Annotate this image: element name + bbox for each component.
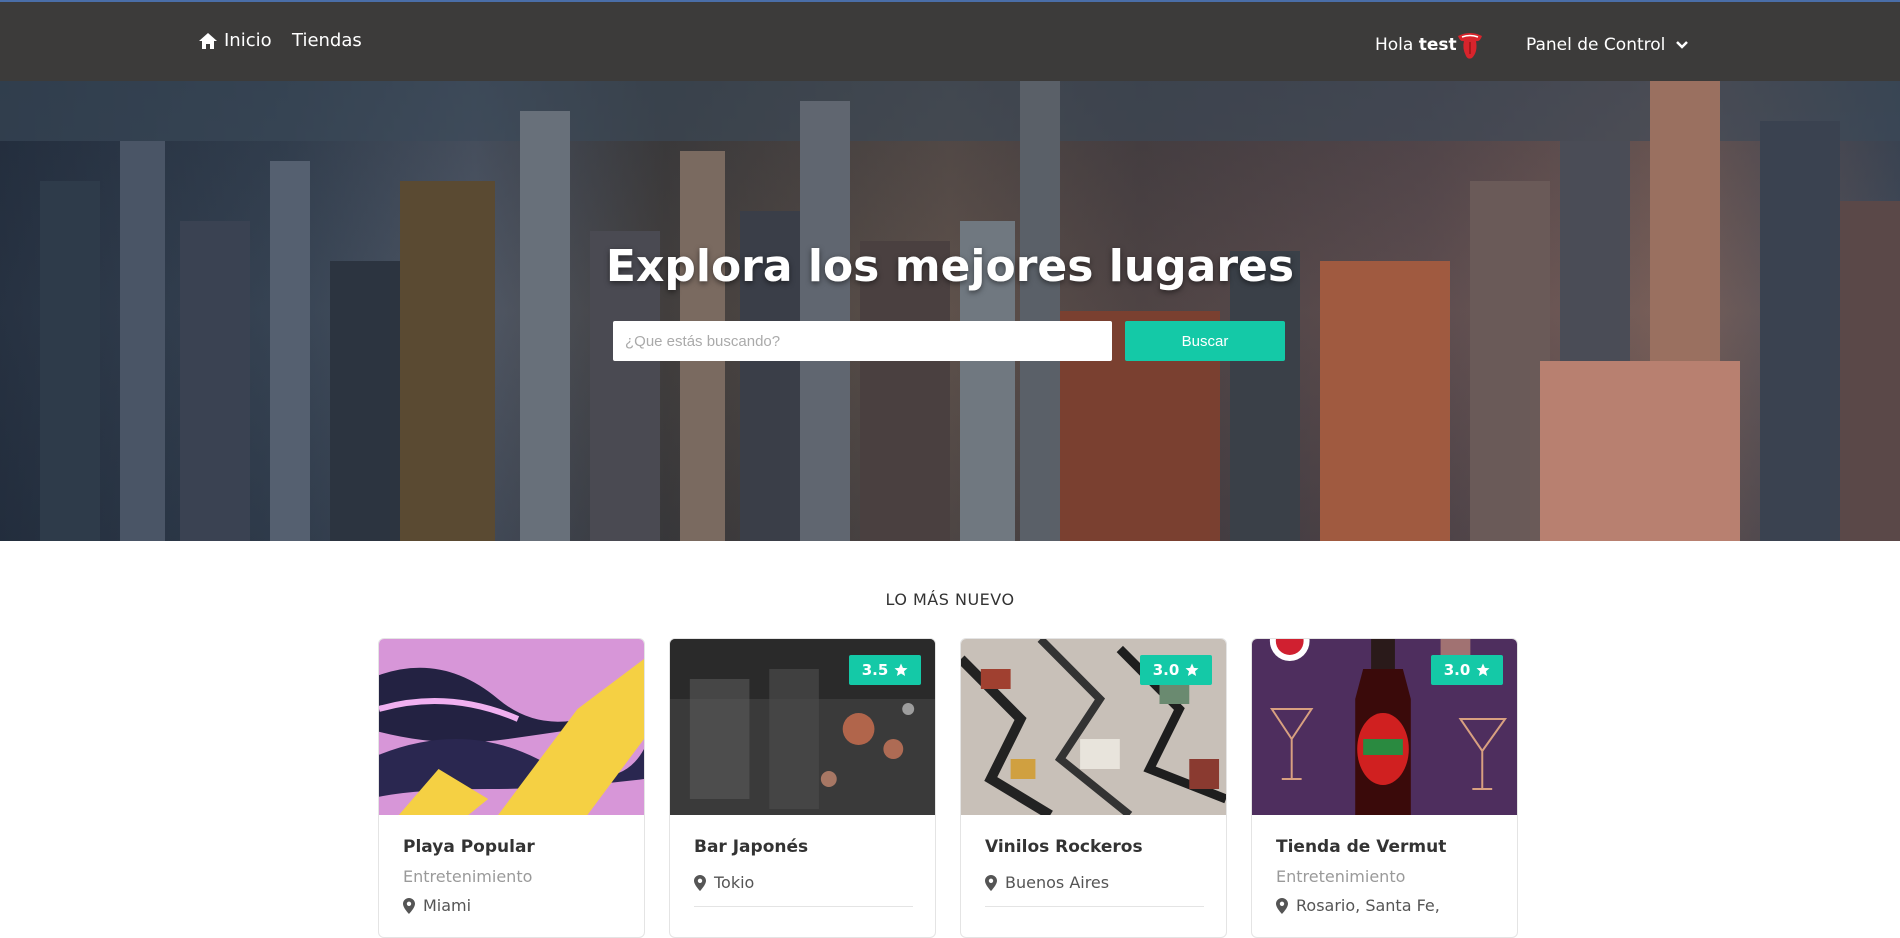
store-card[interactable]: 3.0 Vinilos Rockeros Buenos Aires [960,638,1227,938]
card-title: Bar Japonés [694,837,809,857]
card-image: 3.0 [1252,639,1517,815]
home-icon [199,32,217,49]
store-card[interactable]: 3.5 Bar Japonés Tokio [669,638,936,938]
card-divider [985,906,1204,907]
rating-value: 3.0 [1152,661,1180,679]
city-skyline-background [0,81,1900,541]
search-input[interactable] [613,321,1112,361]
map-pin-icon [694,874,706,891]
card-location: Tokio [694,873,911,892]
greeting-prefix: Hola [1375,35,1414,55]
star-icon [894,663,908,676]
rating-badge: 3.5 [849,655,921,685]
search-button[interactable]: Buscar [1125,321,1285,361]
card-category: Entretenimiento [403,867,533,886]
card-category: Entretenimiento [1276,867,1406,886]
section-title: LO MÁS NUEVO [885,590,1015,609]
control-panel-label: Panel de Control [1526,35,1666,55]
top-navbar: Inicio Tiendas Hola test Panel de Contro… [0,0,1900,81]
card-location-label: Rosario, Santa Fe, [1296,896,1440,915]
card-image: 3.0 [961,639,1226,815]
greeting-username: test [1418,35,1457,55]
rating-badge: 3.0 [1140,655,1212,685]
rating-value: 3.0 [1443,661,1471,679]
map-pin-icon [403,897,415,914]
card-title: Tienda de Vermut [1276,837,1447,857]
card-image [379,639,644,815]
rating-value: 3.5 [861,661,889,679]
star-icon [1476,663,1490,676]
map-pin-icon [985,874,997,891]
store-card[interactable]: 3.0 Tienda de Vermut Entretenimiento Ros… [1251,638,1518,938]
nav-stores-link[interactable]: Tiendas [292,30,362,51]
card-title: Playa Popular [403,837,535,857]
chevron-down-icon [1676,41,1689,49]
control-panel-dropdown[interactable]: Panel de Control [1526,35,1689,55]
card-location: Buenos Aires [985,873,1202,892]
card-location-label: Miami [423,896,472,915]
hero-banner: Explora los mejores lugares Buscar [0,81,1900,541]
user-avatar-icon[interactable] [1456,30,1484,60]
card-image: 3.5 [670,639,935,815]
card-location: Rosario, Santa Fe, [1276,896,1493,915]
map-pin-icon [1276,897,1288,914]
hero-title: Explora los mejores lugares [605,241,1295,292]
nav-home-link[interactable]: Inicio [198,30,272,51]
card-divider [694,906,913,907]
marble-art-image [379,639,644,815]
store-card[interactable]: Playa Popular Entretenimiento Miami [378,638,645,938]
card-location-label: Buenos Aires [1005,873,1110,892]
card-location: Miami [403,896,620,915]
rating-badge: 3.0 [1431,655,1503,685]
nav-home-label: Inicio [224,30,272,51]
card-title: Vinilos Rockeros [985,837,1143,857]
user-greeting: Hola test [1375,35,1457,55]
card-location-label: Tokio [714,873,755,892]
star-icon [1185,663,1199,676]
